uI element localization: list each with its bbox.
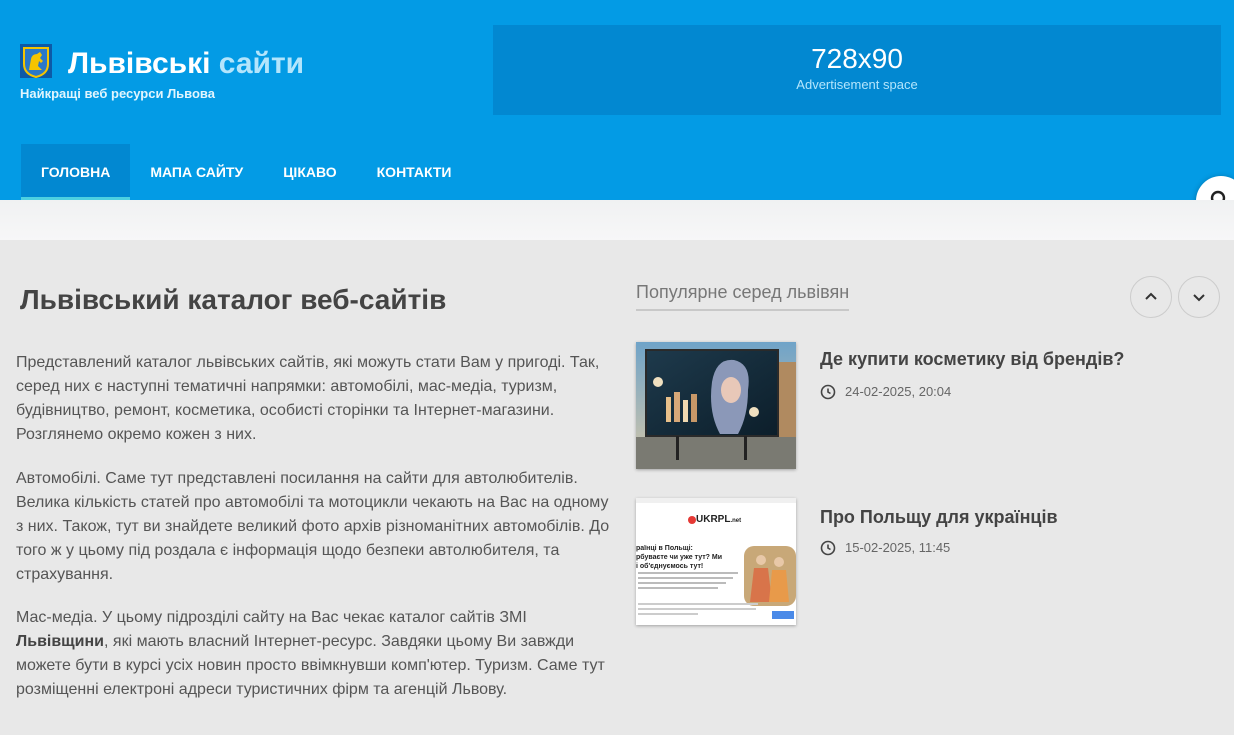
media-text-after: , які мають власний Інтернет-ресурс. Зав…: [16, 633, 605, 698]
site-tagline: Найкращі веб ресурси Львова: [20, 86, 215, 101]
advertisement-banner[interactable]: 728x90 Advertisement space: [493, 25, 1221, 115]
lion-crest-icon[interactable]: [20, 44, 52, 79]
nav-item-interesting[interactable]: ЦІКАВО: [263, 144, 356, 200]
nav-item-home[interactable]: ГОЛОВНА: [21, 144, 131, 200]
header-shadow-band: [0, 200, 1234, 240]
post-date-cosmetics: 24-02-2025, 20:04: [820, 384, 951, 400]
chevron-up-icon: [1145, 292, 1157, 300]
chevron-down-icon: [1193, 294, 1205, 302]
thumb-logo-main: UKRPL: [696, 514, 731, 525]
thumb-heading-line: раїнці в Польщі:: [636, 545, 693, 552]
carousel-down-button[interactable]: [1178, 276, 1220, 318]
lviv-region-link: Львівщини: [16, 633, 105, 650]
thumb-logo: UKRPL.net: [696, 514, 741, 527]
post-date-text: 15-02-2025, 11:45: [845, 540, 951, 555]
site-header: Львівські сайти Найкращі веб ресурси Льв…: [0, 0, 1234, 200]
cars-paragraph: Автомобілі. Саме тут представлені посила…: [16, 470, 610, 583]
thumb-heading-line: рбуваєте чи уже тут? Ми: [636, 554, 722, 561]
nav-item-contacts[interactable]: КОНТАКТИ: [357, 144, 472, 200]
popular-section-title: Популярне серед львівян: [636, 281, 849, 311]
carousel-up-button[interactable]: [1130, 276, 1172, 318]
clock-icon: [820, 384, 836, 400]
post-title-poland[interactable]: Про Польщу для українців: [820, 506, 1058, 528]
post-date-poland: 15-02-2025, 11:45: [820, 540, 950, 556]
post-date-text: 24-02-2025, 20:04: [845, 384, 952, 399]
post-thumbnail-cosmetics[interactable]: [636, 342, 796, 469]
post-title-cosmetics[interactable]: Де купити косметику від брендів?: [820, 348, 1124, 370]
post-thumbnail-poland[interactable]: UKRPL.net раїнці в Польщі: рбуваєте чи у…: [636, 498, 796, 625]
intro-paragraph: Представлений каталог львівських сайтів,…: [16, 354, 600, 443]
main-nav: ГОЛОВНА МАПА САЙТУ ЦІКАВО КОНТАКТИ: [21, 144, 471, 200]
thumb-heading: раїнці в Польщі: рбуваєте чи уже тут? Ми…: [636, 544, 742, 571]
site-title-accent: сайти: [218, 47, 305, 80]
clock-icon: [820, 540, 836, 556]
page-title: Львівський каталог веб-сайтів: [20, 284, 447, 315]
site-title[interactable]: Львівські сайти: [68, 46, 304, 82]
site-title-main: Львівські: [68, 47, 211, 80]
media-paragraph: Мас-медіа. У цьому підрозділі сайту на В…: [16, 606, 616, 702]
thumb-heading-line: і об'єднуємось тут!: [636, 563, 704, 570]
thumb-logo-suffix: .net: [730, 518, 742, 524]
media-text-before: Мас-медіа. У цьому підрозділі сайту на В…: [16, 609, 527, 626]
ad-text-label: Advertisement space: [796, 77, 918, 92]
ad-size-label: 728x90: [811, 43, 903, 74]
nav-item-sitemap[interactable]: МАПА САЙТУ: [130, 144, 263, 200]
